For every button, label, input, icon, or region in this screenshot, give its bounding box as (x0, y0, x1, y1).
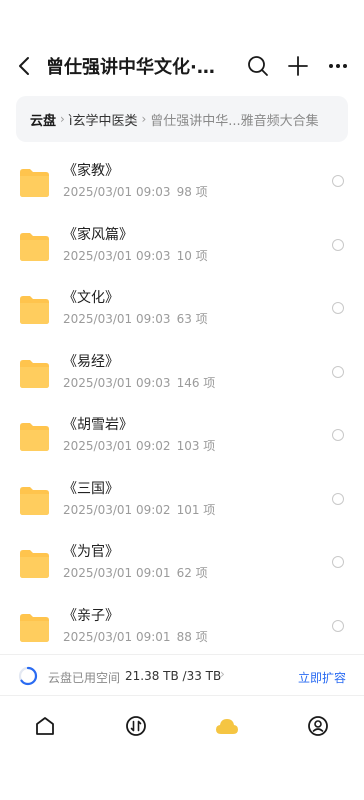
list-item[interactable]: 《家教》 2025/03/01 09:03 98 项 (0, 150, 364, 214)
folder-icon (20, 296, 49, 324)
page-title: 曾仕强讲中华文化·... (46, 57, 216, 78)
expand-storage-link[interactable]: 立即扩容 (298, 669, 346, 686)
select-radio[interactable] (332, 619, 344, 632)
file-name: 《胡雪岩》 (63, 417, 133, 433)
select-radio[interactable] (332, 556, 344, 568)
breadcrumb: 云盘 › ì玄学中医类 › 曾仕强讲中华...雅音频大合集 (16, 96, 348, 142)
file-count: 10 项 (176, 248, 208, 263)
file-date: 2025/03/01 09:02 (63, 439, 171, 453)
select-radio[interactable] (332, 302, 344, 314)
plus-icon (288, 56, 308, 76)
folder-icon (20, 169, 49, 197)
back-button[interactable] (2, 44, 46, 88)
folder-icon (20, 550, 49, 578)
search-button[interactable] (238, 44, 278, 88)
chevron-right-icon: › (220, 667, 225, 681)
file-count: 88 项 (176, 629, 208, 644)
folder-icon (20, 232, 49, 261)
add-button[interactable] (278, 44, 318, 88)
storage-label: 云盘已用空间 (48, 671, 121, 685)
home-icon (36, 717, 54, 735)
folder-icon (20, 359, 49, 388)
transfer-icon (126, 716, 146, 736)
file-count: 62 项 (176, 566, 208, 580)
file-name: 《易经》 (63, 353, 119, 370)
list-item[interactable]: 《易经》 2025/03/01 09:03 146 项 (0, 341, 364, 405)
tab-cloud[interactable] (215, 714, 239, 738)
file-name: 《三国》 (63, 480, 119, 497)
storage-bar[interactable]: 云盘已用空间 21.38 TB /33 TB › 立即扩容 (0, 654, 364, 696)
header-bar: 曾仕强讲中华文化·... (0, 44, 364, 88)
tab-transfer[interactable] (124, 714, 148, 738)
select-radio[interactable] (332, 175, 344, 187)
tab-home[interactable] (33, 714, 57, 738)
file-count: 63 项 (176, 312, 208, 326)
file-name: 《家风篇》 (63, 226, 133, 243)
storage-ring-icon (18, 666, 38, 686)
file-name: 《亲子》 (63, 607, 119, 624)
select-radio[interactable] (332, 365, 344, 378)
folder-icon (20, 423, 49, 451)
file-date: 2025/03/01 09:03 (63, 375, 171, 390)
list-item[interactable]: 《亲子》 2025/03/01 09:01 88 项 (0, 595, 364, 659)
list-item[interactable]: 《为官》 2025/03/01 09:01 62 项 (0, 531, 364, 595)
list-item[interactable]: 《文化》 2025/03/01 09:03 63 项 (0, 277, 364, 341)
storage-value: 21.38 TB /33 TB (125, 669, 222, 683)
file-name: 《为官》 (63, 544, 119, 560)
select-radio[interactable] (332, 429, 344, 441)
list-item[interactable]: 《三国》 2025/03/01 09:02 101 项 (0, 468, 364, 532)
tab-profile[interactable] (306, 714, 330, 738)
breadcrumb-separator: › (60, 112, 65, 126)
list-item[interactable]: 《家风篇》 2025/03/01 09:03 10 项 (0, 214, 364, 278)
breadcrumb-separator: › (141, 112, 147, 126)
breadcrumb-root[interactable]: 云盘 (30, 110, 56, 129)
search-icon (248, 56, 268, 76)
file-date: 2025/03/01 09:03 (63, 312, 171, 326)
header-actions (238, 44, 358, 88)
file-count: 98 项 (176, 185, 208, 199)
profile-icon (308, 716, 328, 736)
folder-icon (20, 486, 49, 515)
file-date: 2025/03/01 09:01 (63, 629, 171, 644)
select-radio[interactable] (332, 238, 344, 251)
cloud-icon (216, 719, 238, 734)
file-date: 2025/03/01 09:03 (63, 248, 171, 263)
breadcrumb-current: 曾仕强讲中华...雅音频大合集 (150, 113, 319, 129)
select-radio[interactable] (332, 492, 344, 505)
file-count: 103 项 (176, 439, 216, 453)
file-list: 《家教》 2025/03/01 09:03 98 项 《家风篇》 2025/03/… (0, 150, 364, 658)
file-name: 《文化》 (63, 290, 119, 306)
file-count: 101 项 (176, 502, 216, 517)
file-name: 《家教》 (63, 163, 119, 179)
bottom-tab-bar (0, 706, 364, 746)
folder-icon (20, 613, 49, 642)
chevron-left-icon (19, 57, 29, 75)
more-horizontal-icon (329, 64, 347, 68)
file-date: 2025/03/01 09:03 (63, 185, 171, 199)
list-item[interactable]: 《胡雪岩》 2025/03/01 09:02 103 项 (0, 404, 364, 468)
file-count: 146 项 (176, 375, 216, 390)
more-button[interactable] (318, 44, 358, 88)
file-date: 2025/03/01 09:02 (63, 502, 171, 517)
breadcrumb-folder[interactable]: ì玄学中医类 (69, 110, 138, 129)
file-date: 2025/03/01 09:01 (63, 566, 171, 580)
